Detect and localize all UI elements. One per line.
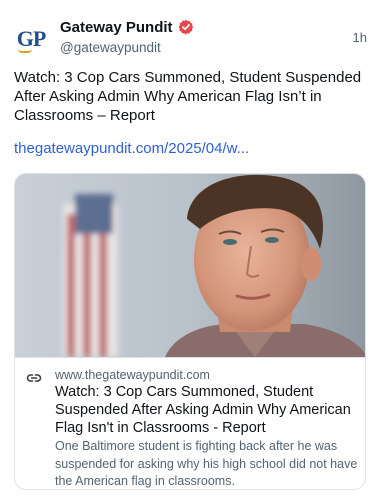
- card-photo: [15, 174, 365, 357]
- link-preview-card[interactable]: www.thegatewaypundit.com Watch: 3 Cop Ca…: [14, 173, 366, 490]
- post[interactable]: GP Gateway Pundit @gatewaypundit 1h Watc…: [0, 0, 381, 500]
- link-icon: [26, 371, 42, 383]
- avatar[interactable]: GP: [14, 22, 48, 56]
- card-description: One Baltimore student is fighting back a…: [55, 439, 358, 488]
- post-header: GP Gateway Pundit @gatewaypundit 1h: [14, 18, 367, 60]
- card-body: www.thegatewaypundit.com Watch: 3 Cop Ca…: [15, 357, 365, 489]
- post-text: Watch: 3 Cop Cars Summoned, Student Susp…: [14, 69, 362, 124]
- card-image[interactable]: [15, 174, 365, 357]
- author-block: Gateway Pundit @gatewaypundit: [60, 18, 194, 55]
- avatar-swoosh: [18, 49, 32, 53]
- post-timestamp[interactable]: 1h: [353, 30, 367, 45]
- author-name[interactable]: Gateway Pundit: [60, 19, 173, 36]
- verified-badge-icon: [178, 19, 194, 35]
- author-handle[interactable]: @gatewaypundit: [60, 40, 194, 55]
- post-link[interactable]: thegatewaypundit.com/2025/04/w...: [14, 140, 249, 157]
- card-domain: www.thegatewaypundit.com: [55, 368, 210, 382]
- card-title[interactable]: Watch: 3 Cop Cars Summoned, Student Susp…: [55, 383, 355, 437]
